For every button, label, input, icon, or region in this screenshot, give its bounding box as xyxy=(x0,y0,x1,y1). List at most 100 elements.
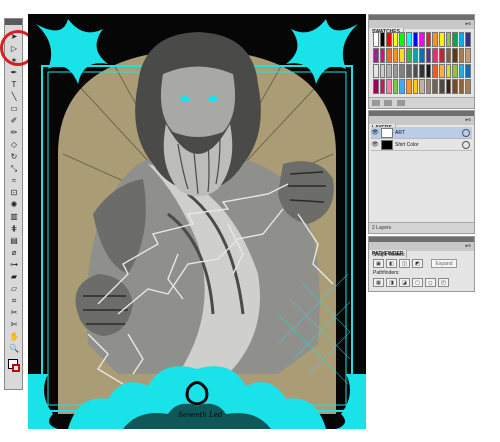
layer-target-icon[interactable] xyxy=(462,128,470,137)
crop-button[interactable]: ▢ xyxy=(412,278,423,287)
color-swatch[interactable] xyxy=(452,32,458,47)
color-swatch[interactable] xyxy=(386,63,392,79)
free-transform-icon[interactable]: ⊡ xyxy=(8,187,20,198)
gradient-icon[interactable]: ▤ xyxy=(8,235,20,246)
color-swatch[interactable] xyxy=(465,79,471,94)
color-swatch[interactable] xyxy=(386,32,392,47)
color-swatch[interactable] xyxy=(419,47,425,63)
stroke-color-swatch[interactable] xyxy=(12,364,20,372)
color-swatch[interactable] xyxy=(379,79,386,94)
color-swatch[interactable] xyxy=(379,32,386,47)
color-swatch[interactable] xyxy=(432,32,438,47)
color-swatch[interactable] xyxy=(379,47,386,63)
color-swatch[interactable] xyxy=(425,63,432,79)
color-swatch[interactable] xyxy=(405,79,412,94)
color-swatch[interactable] xyxy=(399,63,405,79)
eye-icon[interactable]: 👁 xyxy=(371,129,379,136)
color-swatch[interactable] xyxy=(432,47,438,63)
color-swatch[interactable] xyxy=(458,32,465,47)
trim-button[interactable]: ◨ xyxy=(386,278,397,287)
color-swatch[interactable] xyxy=(419,79,425,94)
eyedropper-icon[interactable]: ⌀ xyxy=(8,247,20,258)
color-swatch[interactable] xyxy=(373,32,379,47)
panel-menu-icon[interactable]: ▸≡ xyxy=(466,243,471,249)
color-swatch[interactable] xyxy=(399,47,405,63)
color-swatch[interactable] xyxy=(419,32,425,47)
color-swatch[interactable] xyxy=(452,47,458,63)
eye-icon[interactable]: 👁 xyxy=(371,141,379,148)
color-swatch[interactable] xyxy=(392,32,399,47)
slice-icon[interactable]: ✂ xyxy=(8,307,20,318)
color-swatch[interactable] xyxy=(405,47,412,63)
color-swatch[interactable] xyxy=(458,79,465,94)
blend-icon[interactable]: ⊶ xyxy=(8,259,20,270)
color-swatch[interactable] xyxy=(399,32,405,47)
color-swatch[interactable] xyxy=(392,63,399,79)
color-swatch[interactable] xyxy=(438,79,445,94)
layer-target-icon[interactable] xyxy=(462,140,470,149)
rectangle-icon[interactable]: ▭ xyxy=(8,103,20,114)
color-swatch[interactable] xyxy=(386,79,392,94)
color-swatch[interactable] xyxy=(419,63,425,79)
new-swatch-icon[interactable] xyxy=(384,99,393,106)
color-swatch[interactable] xyxy=(373,79,379,94)
live-paint-icon[interactable]: ▰ xyxy=(8,271,20,282)
color-swatch[interactable] xyxy=(412,79,419,94)
exclude-button[interactable]: ◩ xyxy=(412,259,423,268)
color-swatch[interactable] xyxy=(425,79,432,94)
layer-row-shirt-color[interactable]: 👁 Shirt Color xyxy=(371,139,472,151)
color-swatch[interactable] xyxy=(386,47,392,63)
paintbrush-icon[interactable]: ✐ xyxy=(8,115,20,126)
color-swatch[interactable] xyxy=(432,79,438,94)
color-swatch[interactable] xyxy=(373,47,379,63)
color-swatch[interactable] xyxy=(392,79,399,94)
warp-icon[interactable]: ≈ xyxy=(8,175,20,186)
eraser-icon[interactable]: ◇ xyxy=(8,139,20,150)
color-swatch[interactable] xyxy=(452,63,458,79)
crop-icon[interactable]: ⌗ xyxy=(8,295,20,306)
color-swatch[interactable] xyxy=(399,79,405,94)
color-swatch[interactable] xyxy=(373,63,379,79)
color-swatch[interactable] xyxy=(438,47,445,63)
unite-button[interactable]: ▣ xyxy=(373,259,384,268)
color-swatch[interactable] xyxy=(452,79,458,94)
zoom-icon[interactable]: 🔍 xyxy=(8,343,20,354)
color-swatch[interactable] xyxy=(438,63,445,79)
symbol-sprayer-icon[interactable]: ✺ xyxy=(8,199,20,210)
pen-icon[interactable]: ✒ xyxy=(8,67,20,78)
color-swatch[interactable] xyxy=(405,32,412,47)
column-graph-icon[interactable]: ▥ xyxy=(8,211,20,222)
color-swatch[interactable] xyxy=(405,63,412,79)
intersect-button[interactable]: ◫ xyxy=(399,259,410,268)
panel-menu-icon[interactable]: ▸≡ xyxy=(466,21,471,27)
color-swatch[interactable] xyxy=(392,47,399,63)
pencil-icon[interactable]: ✏ xyxy=(8,127,20,138)
scale-icon[interactable]: ⤡ xyxy=(8,163,20,174)
mesh-icon[interactable]: ⋕ xyxy=(8,223,20,234)
color-swatch[interactable] xyxy=(458,63,465,79)
merge-button[interactable]: ◪ xyxy=(399,278,410,287)
color-swatch[interactable] xyxy=(465,32,471,47)
color-swatch[interactable] xyxy=(425,32,432,47)
color-swatch[interactable] xyxy=(412,63,419,79)
color-swatch[interactable] xyxy=(438,32,445,47)
color-swatch[interactable] xyxy=(458,47,465,63)
type-icon[interactable]: T xyxy=(8,79,20,90)
scissors-icon[interactable]: ✄ xyxy=(8,319,20,330)
live-paint-selection-icon[interactable]: ▱ xyxy=(8,283,20,294)
color-swatch[interactable] xyxy=(465,47,471,63)
color-swatch[interactable] xyxy=(445,63,452,79)
color-swatch[interactable] xyxy=(412,47,419,63)
tools-panel-grip[interactable] xyxy=(5,19,22,25)
color-swatch[interactable] xyxy=(379,63,386,79)
hand-icon[interactable]: ✋ xyxy=(8,331,20,342)
swatch-libraries-icon[interactable] xyxy=(372,99,380,106)
delete-swatch-icon[interactable] xyxy=(396,99,405,106)
rotate-icon[interactable]: ↻ xyxy=(8,151,20,162)
outline-button[interactable]: ◻ xyxy=(425,278,436,287)
panel-menu-icon[interactable]: ▸≡ xyxy=(466,117,471,123)
artwork-canvas[interactable]: Seventh Led xyxy=(28,14,366,429)
divide-button[interactable]: ▦ xyxy=(373,278,384,287)
line-icon[interactable]: ╲ xyxy=(8,91,20,102)
color-swatch[interactable] xyxy=(465,63,471,79)
